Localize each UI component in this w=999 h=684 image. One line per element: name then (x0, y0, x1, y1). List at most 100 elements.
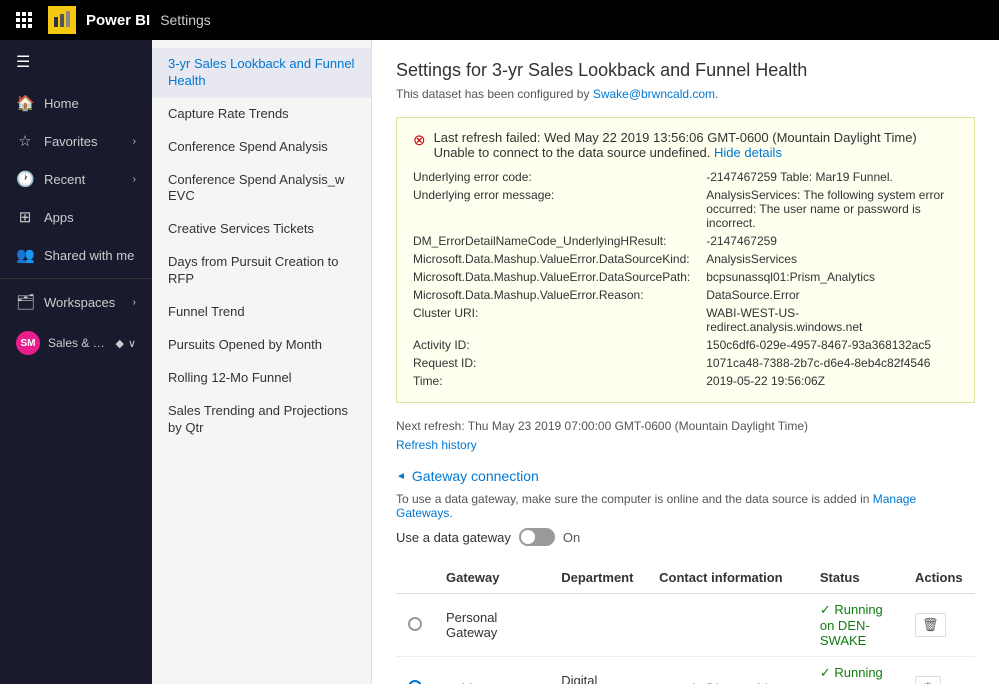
error-header-text: Last refresh failed: Wed May 22 2019 13:… (434, 130, 917, 145)
error-table-row: Underlying error message:AnalysisService… (413, 186, 958, 232)
toggle-state: On (563, 530, 580, 545)
error-value: -2147467259 (706, 232, 958, 250)
sidebar: ☰ 🏠 Home ☆ Favorites › 🕐 Recent › ⊞ Apps… (0, 40, 152, 684)
error-table-row: Activity ID:150c6df6-029e-4957-8467-93a3… (413, 336, 958, 354)
content-panel: 3-yr Sales Lookback and Funnel Health Ca… (152, 40, 999, 684)
dataset-item-creative[interactable]: Creative Services Tickets (152, 213, 371, 246)
error-table-row: Microsoft.Data.Mashup.ValueError.DataSou… (413, 250, 958, 268)
dataset-item-3yr[interactable]: 3-yr Sales Lookback and Funnel Health (152, 48, 371, 98)
refresh-history-link[interactable]: Refresh history (396, 438, 477, 452)
sidebar-item-shared[interactable]: 👥 Shared with me (0, 236, 152, 274)
error-value: 2019-05-22 19:56:06Z (706, 372, 958, 390)
gateway-radio[interactable] (408, 680, 422, 684)
gateway-toggle[interactable] (519, 528, 555, 546)
sidebar-label-apps: Apps (44, 210, 136, 225)
page-title: Settings for 3-yr Sales Lookback and Fun… (396, 60, 975, 81)
gw-col-status: Status (808, 562, 903, 594)
error-table-row: Request ID:1071ca48-7388-2b7c-d6e4-8eb4c… (413, 354, 958, 372)
toggle-row: Use a data gateway On (396, 528, 975, 546)
configured-by-link[interactable]: Swake@brwncald.com (593, 87, 715, 101)
main-content: Settings for 3-yr Sales Lookback and Fun… (372, 40, 999, 684)
chevron-right-icon: › (133, 136, 136, 147)
app-title: Power BI (86, 12, 150, 29)
dataset-item-conference[interactable]: Conference Spend Analysis (152, 131, 371, 164)
dataset-item-funnel[interactable]: Funnel Trend (152, 296, 371, 329)
gateway-table-row: prddg03west Digital Services KBarritt@br… (396, 657, 975, 684)
sidebar-item-apps[interactable]: ⊞ Apps (0, 198, 152, 236)
next-refresh-text: Next refresh: Thu May 23 2019 07:00:00 G… (396, 419, 975, 433)
gw-department: Digital Services (549, 657, 647, 684)
apps-icon: ⊞ (16, 208, 34, 226)
error-value: 1071ca48-7388-2b7c-d6e4-8eb4c82f4546 (706, 354, 958, 372)
chevron-right-workspaces: › (133, 297, 136, 308)
error-header-content: Last refresh failed: Wed May 22 2019 13:… (434, 130, 917, 160)
diamond-icon: ◆ (115, 337, 123, 350)
gateway-action-btn[interactable]: 🗑 (915, 613, 946, 637)
error-key: Activity ID: (413, 336, 706, 354)
waffle-icon[interactable] (10, 6, 38, 34)
dataset-item-rolling[interactable]: Rolling 12-Mo Funnel (152, 362, 371, 395)
dataset-item-capture[interactable]: Capture Rate Trends (152, 98, 371, 131)
workspace-icons: ◆ ∨ (115, 337, 136, 350)
recent-icon: 🕐 (16, 170, 34, 188)
hide-details-link[interactable]: Hide details (714, 145, 782, 160)
error-value: WABI-WEST-US-redirect.analysis.windows.n… (706, 304, 958, 336)
dataset-item-sales-trending[interactable]: Sales Trending and Projections by Qtr (152, 395, 371, 445)
sidebar-divider (0, 278, 152, 279)
dataset-item-conference-evc[interactable]: Conference Spend Analysis_w EVC (152, 164, 371, 214)
gw-col-contact: Contact information (647, 562, 808, 594)
gateway-section-label: Gateway connection (412, 468, 539, 484)
avatar: SM (16, 331, 40, 355)
error-key: Microsoft.Data.Mashup.ValueError.DataSou… (413, 268, 706, 286)
error-table-row: Time:2019-05-22 19:56:06Z (413, 372, 958, 390)
error-value: AnalysisServices: The following system e… (706, 186, 958, 232)
gw-actions: ⚙ (903, 657, 975, 684)
chevron-down-icon: ∨ (128, 337, 136, 350)
gw-name: Personal Gateway (434, 594, 549, 657)
error-value: AnalysisServices (706, 250, 958, 268)
toggle-knob (521, 530, 535, 544)
gw-status: ✓ Running on PRDDG03 (808, 657, 903, 684)
error-key: DM_ErrorDetailNameCode_UnderlyingHResult… (413, 232, 706, 250)
gw-name: prddg03west (434, 657, 549, 684)
subtitle-prefix: This dataset has been configured by (396, 87, 589, 101)
error-value: -2147467259 Table: Mar19 Funnel. (706, 168, 958, 186)
sidebar-item-favorites[interactable]: ☆ Favorites › (0, 122, 152, 160)
error-key: Microsoft.Data.Mashup.ValueError.DataSou… (413, 250, 706, 268)
workspace-item[interactable]: SM Sales & Mark... ◆ ∨ (0, 321, 152, 365)
gateway-radio[interactable] (408, 617, 422, 631)
error-box: ⊗ Last refresh failed: Wed May 22 2019 1… (396, 117, 975, 403)
error-value: DataSource.Error (706, 286, 958, 304)
gateway-action-btn[interactable]: ⚙ (915, 676, 941, 684)
error-table-row: Microsoft.Data.Mashup.ValueError.DataSou… (413, 268, 958, 286)
topbar: Power BI Settings (0, 0, 999, 40)
gateway-table-row: Personal Gateway ✓ Running on DEN-SWAKE … (396, 594, 975, 657)
favorites-icon: ☆ (16, 132, 34, 150)
error-key: Request ID: (413, 354, 706, 372)
gw-col-select (396, 562, 434, 594)
sidebar-item-workspaces[interactable]: 🗂 Workspaces › (0, 283, 152, 321)
sidebar-label-workspaces: Workspaces (44, 295, 123, 310)
gw-department (549, 594, 647, 657)
page-subtitle: This dataset has been configured by Swak… (396, 87, 975, 101)
error-header: ⊗ Last refresh failed: Wed May 22 2019 1… (413, 130, 958, 160)
error-table-row: Underlying error code:-2147467259 Table:… (413, 168, 958, 186)
dataset-item-days[interactable]: Days from Pursuit Creation to RFP (152, 246, 371, 296)
error-key: Cluster URI: (413, 304, 706, 336)
sidebar-label-shared: Shared with me (44, 248, 136, 263)
sidebar-item-home[interactable]: 🏠 Home (0, 84, 152, 122)
gw-status: ✓ Running on DEN-SWAKE (808, 594, 903, 657)
gw-col-gateway: Gateway (434, 562, 549, 594)
dataset-item-pursuits[interactable]: Pursuits Opened by Month (152, 329, 371, 362)
error-subheader-text: Unable to connect to the data source und… (434, 145, 711, 160)
chevron-right-icon-recent: › (133, 174, 136, 185)
sidebar-item-recent[interactable]: 🕐 Recent › (0, 160, 152, 198)
error-key: Underlying error message: (413, 186, 706, 232)
workspace-label: Sales & Mark... (48, 336, 107, 350)
gateway-section-header[interactable]: ◄ Gateway connection (396, 468, 975, 484)
hamburger-menu[interactable]: ☰ (0, 40, 152, 84)
gateway-desc-prefix: To use a data gateway, make sure the com… (396, 492, 869, 506)
error-value: 150c6df6-029e-4957-8467-93a368132ac5 (706, 336, 958, 354)
home-icon: 🏠 (16, 94, 34, 112)
error-icon: ⊗ (413, 131, 426, 149)
